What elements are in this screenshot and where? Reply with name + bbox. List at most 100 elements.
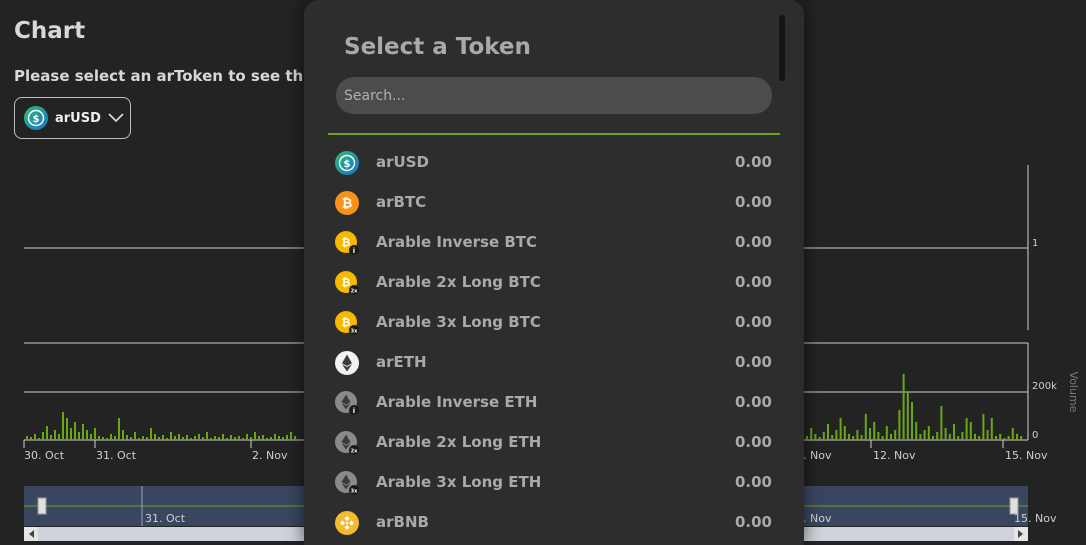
volume-bar xyxy=(94,428,96,440)
volume-bar xyxy=(885,426,888,440)
volume-bar xyxy=(30,437,32,440)
token-row-inverse-eth[interactable]: i Arable Inverse ETH 0.00 xyxy=(304,383,804,423)
navigator-right-handle[interactable] xyxy=(1009,497,1019,515)
volume-bar xyxy=(948,434,951,440)
volume-bar xyxy=(290,432,292,440)
volume-bar xyxy=(894,430,897,440)
volume-bar xyxy=(957,436,960,440)
volume-bar xyxy=(915,422,918,440)
token-search-input[interactable] xyxy=(336,77,772,114)
token-row-arbtc[interactable]: ₿ arBTC 0.00 xyxy=(304,183,804,223)
token-select-button[interactable]: $ arUSD xyxy=(14,97,131,139)
volume-axis-title: Volume xyxy=(1067,372,1080,413)
volume-tick-200k: 200k xyxy=(1032,381,1057,392)
token-name: Arable 3x Long ETH xyxy=(376,473,542,491)
svg-text:$: $ xyxy=(344,159,351,170)
volume-bar xyxy=(848,434,850,440)
volume-bar xyxy=(154,434,156,440)
volume-bar xyxy=(118,418,120,440)
volume-bar xyxy=(58,434,60,440)
token-row-areth[interactable]: arETH 0.00 xyxy=(304,343,804,383)
volume-bar xyxy=(278,436,280,440)
volume-bar xyxy=(898,410,901,440)
volume-bar xyxy=(881,436,884,440)
token-row-3x-btc[interactable]: ₿ 3x Arable 3x Long BTC 0.00 xyxy=(304,303,804,343)
volume-bar xyxy=(843,426,846,440)
svg-text:3x: 3x xyxy=(351,329,358,335)
volume-bar xyxy=(78,432,80,440)
volume-bar xyxy=(34,434,36,440)
token-row-arusd[interactable]: $ arUSD 0.00 xyxy=(304,143,804,183)
volume-bar xyxy=(190,438,192,440)
volume-bar xyxy=(206,432,208,440)
x-tick: 15. Nov xyxy=(1005,449,1048,462)
volume-bar xyxy=(936,432,939,440)
volume-bar xyxy=(990,418,993,440)
volume-bar xyxy=(974,434,976,440)
volume-bar xyxy=(818,437,821,440)
volume-bar xyxy=(54,430,56,440)
token-name: arUSD xyxy=(376,153,429,171)
svg-text:2x: 2x xyxy=(351,289,358,295)
ethereum-icon xyxy=(335,351,359,375)
volume-bar xyxy=(46,426,48,440)
volume-bar xyxy=(138,438,140,440)
volume-bar xyxy=(911,402,913,440)
volume-bar xyxy=(70,428,72,440)
volume-bar xyxy=(106,438,108,440)
volume-bar xyxy=(42,432,44,440)
volume-bar xyxy=(827,424,829,440)
volume-bar xyxy=(178,434,180,440)
page-subtitle: Please select an arToken to see the c xyxy=(14,67,328,85)
svg-text:i: i xyxy=(353,247,355,255)
volume-bar xyxy=(835,430,838,440)
volume-bar xyxy=(122,430,124,440)
page-title: Chart xyxy=(14,18,86,44)
token-row-inverse-btc[interactable]: ₿ i Arable Inverse BTC 0.00 xyxy=(304,223,804,263)
token-row-2x-btc[interactable]: ₿ 2x Arable 2x Long BTC 0.00 xyxy=(304,263,804,303)
bitcoin-inverse-icon: ₿ i xyxy=(335,231,359,255)
svg-text:$: $ xyxy=(33,114,40,125)
volume-bar xyxy=(877,432,880,440)
volume-bar xyxy=(202,437,204,440)
token-name: Arable 2x Long BTC xyxy=(376,273,541,291)
volume-bar xyxy=(50,435,52,440)
volume-bar xyxy=(198,434,200,440)
volume-bar xyxy=(814,434,817,440)
volume-bar xyxy=(1011,428,1014,440)
x-tick: 2. Nov xyxy=(252,449,288,462)
token-balance: 0.00 xyxy=(734,513,772,531)
token-row-3x-eth[interactable]: 3x Arable 3x Long ETH 0.00 xyxy=(304,463,804,503)
navigator-tick: . Nov xyxy=(803,512,832,525)
volume-bar xyxy=(965,418,968,440)
volume-bar xyxy=(114,436,116,440)
volume-bar xyxy=(1020,436,1023,440)
token-row-arbnb[interactable]: arBNB 0.00 xyxy=(304,503,804,543)
token-list: $ arUSD 0.00 ₿ arBTC 0.00 ₿ i Arable Inv… xyxy=(304,143,804,543)
volume-bar xyxy=(210,438,212,440)
volume-bar xyxy=(82,424,84,440)
x-tick: 31. Oct xyxy=(96,449,137,462)
volume-bar xyxy=(214,436,216,440)
volume-bar xyxy=(146,437,148,440)
volume-bar xyxy=(98,436,100,440)
volume-bar xyxy=(978,436,981,440)
volume-bar xyxy=(258,436,260,440)
usd-coin-icon: $ xyxy=(335,151,359,175)
volume-bar xyxy=(182,437,184,440)
x-tick: 30. Oct xyxy=(24,449,65,462)
volume-bar xyxy=(923,430,926,440)
token-balance: 0.00 xyxy=(734,433,772,451)
volume-bar xyxy=(969,422,972,440)
svg-text:3x: 3x xyxy=(351,489,358,495)
volume-bar xyxy=(222,434,224,440)
volume-bar xyxy=(856,430,859,440)
token-balance: 0.00 xyxy=(734,473,772,491)
modal-scrollbar[interactable] xyxy=(779,15,785,81)
navigator-left-handle[interactable] xyxy=(37,497,47,515)
volume-bar xyxy=(130,437,132,440)
volume-bar xyxy=(74,422,76,440)
volume-bar xyxy=(927,426,930,440)
chevron-down-icon xyxy=(108,113,124,123)
token-row-2x-eth[interactable]: 2x Arable 2x Long ETH 0.00 xyxy=(304,423,804,463)
